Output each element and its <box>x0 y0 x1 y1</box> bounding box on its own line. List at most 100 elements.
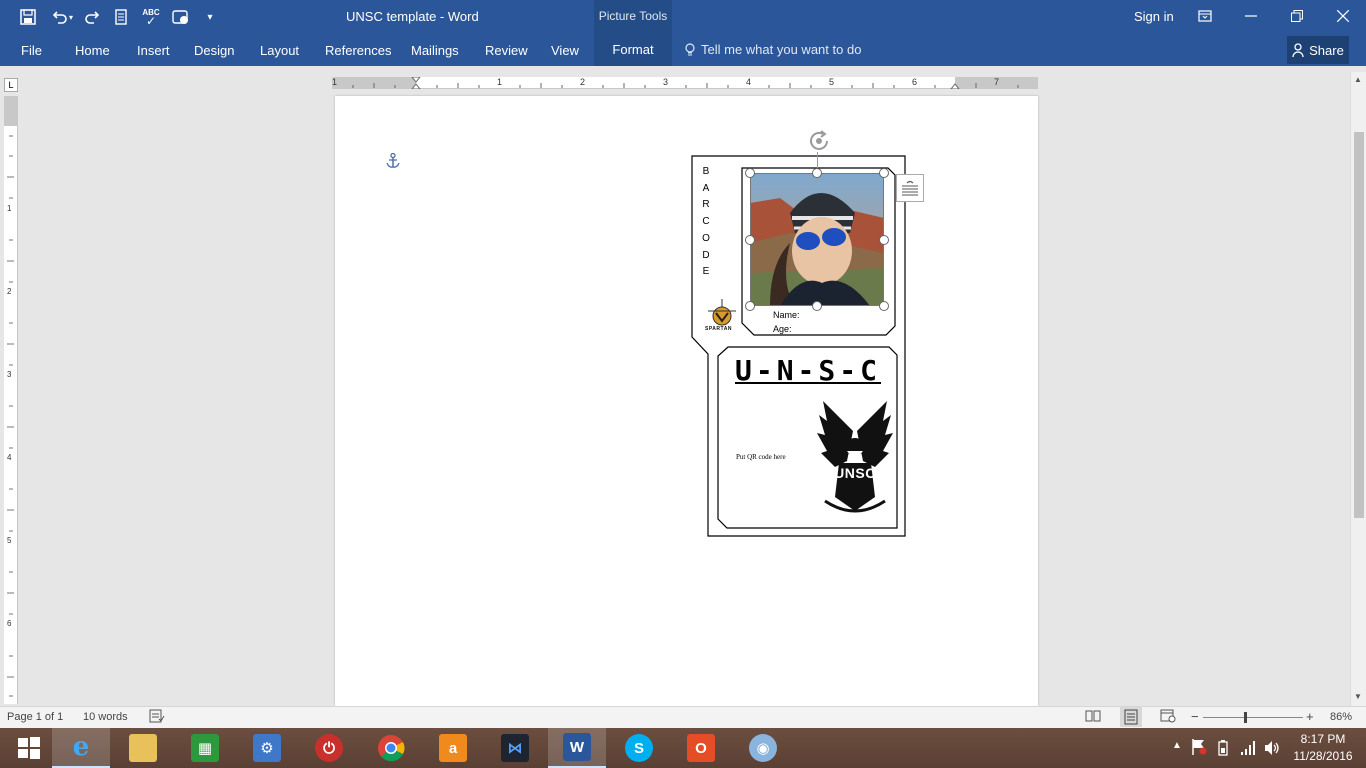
skype-button[interactable]: S <box>610 728 668 768</box>
zoom-out-icon[interactable]: − <box>1191 709 1199 724</box>
file-explorer-button[interactable] <box>114 728 172 768</box>
chrome-button[interactable] <box>362 728 420 768</box>
scroll-thumb[interactable] <box>1354 132 1364 518</box>
amazon-music-button[interactable]: a <box>424 728 482 768</box>
share-label: Share <box>1309 42 1344 58</box>
rotate-handle-icon[interactable] <box>807 129 831 153</box>
office-lens-button[interactable]: O <box>672 728 730 768</box>
volume-icon[interactable] <box>1264 740 1280 756</box>
system-clock[interactable]: 8:17 PM 11/28/2016 <box>1292 732 1354 763</box>
anchor-icon[interactable] <box>386 152 400 169</box>
resize-handle[interactable] <box>745 235 755 245</box>
resize-handle[interactable] <box>812 168 822 178</box>
ruler-number: 1 <box>332 77 338 87</box>
read-mode-icon[interactable] <box>1085 709 1101 726</box>
ruler-number: 2 <box>580 77 586 87</box>
power-app-button[interactable]: ⏻ <box>300 728 358 768</box>
resize-handle[interactable] <box>879 235 889 245</box>
tab-insert[interactable]: Insert <box>137 43 170 58</box>
zoom-in-icon[interactable]: + <box>1306 709 1314 724</box>
layout-options-button[interactable] <box>896 174 924 202</box>
selection-frame <box>750 173 884 306</box>
ruler-number: 3 <box>7 370 12 379</box>
resize-handle[interactable] <box>879 168 889 178</box>
zoom-slider-thumb[interactable] <box>1244 712 1247 723</box>
clock-time: 8:17 PM <box>1300 732 1346 746</box>
battery-icon[interactable] <box>1216 739 1232 757</box>
proofing-icon[interactable] <box>149 709 165 726</box>
tab-layout[interactable]: Layout <box>260 43 299 58</box>
web-layout-icon[interactable] <box>1160 709 1176 726</box>
spartan-text: SPARTAN <box>705 326 732 332</box>
barcode-letter: D <box>702 249 710 261</box>
barcode-text: B A R C O D E <box>700 164 712 281</box>
ruler-number: 4 <box>746 77 752 87</box>
spelling-check-icon[interactable]: ABC ✓ <box>139 5 163 29</box>
visual-studio-button[interactable]: ⋈ <box>486 728 544 768</box>
person-icon <box>1292 43 1304 57</box>
share-button[interactable]: Share <box>1287 36 1349 64</box>
horizontal-ruler[interactable]: 1 1 2 3 4 5 6 7 <box>332 77 1038 89</box>
save-icon[interactable] <box>16 5 40 29</box>
word-count[interactable]: 10 words <box>83 711 128 723</box>
show-hidden-icons[interactable]: ▲ <box>1172 740 1182 751</box>
minimize-icon[interactable] <box>1228 0 1274 32</box>
control-panel-button[interactable]: ⚙ <box>238 728 296 768</box>
tab-view[interactable]: View <box>551 43 579 58</box>
internet-explorer-icon: e <box>72 732 90 762</box>
control-panel-icon: ⚙ <box>253 734 281 762</box>
barcode-letter: C <box>702 216 710 228</box>
title-bar: ▾ ABC ✓ ▾ UNSC template - Word Picture To… <box>0 0 1366 34</box>
touch-mode-icon[interactable] <box>169 5 193 29</box>
resize-handle[interactable] <box>812 301 822 311</box>
tab-home[interactable]: Home <box>75 43 110 58</box>
resize-handle[interactable] <box>745 168 755 178</box>
zoom-level[interactable]: 86% <box>1330 711 1352 723</box>
close-icon[interactable] <box>1320 0 1366 32</box>
resize-handle[interactable] <box>879 301 889 311</box>
tab-format[interactable]: Format <box>594 34 672 66</box>
window-title: UNSC template - Word <box>346 9 479 24</box>
tab-file[interactable]: File <box>21 43 42 58</box>
customize-qat-icon[interactable]: ▾ <box>198 5 222 29</box>
ruler-number: 3 <box>663 77 669 87</box>
scroll-up-icon[interactable]: ▲ <box>1354 75 1362 84</box>
ruler-number: 6 <box>7 619 12 628</box>
undo-dropdown-icon[interactable]: ▾ <box>64 5 78 29</box>
resize-handle[interactable] <box>745 301 755 311</box>
barcode-letter: B <box>702 166 710 177</box>
barcode-letter: R <box>702 199 710 211</box>
ruler-number: 6 <box>912 77 918 87</box>
zoom-slider[interactable] <box>1203 712 1303 723</box>
restore-icon[interactable] <box>1274 0 1320 32</box>
vertical-scrollbar[interactable]: ▲ ▼ <box>1350 72 1366 706</box>
redo-icon[interactable] <box>80 5 104 29</box>
tab-mailings[interactable]: Mailings <box>411 43 459 58</box>
wifi-signal-icon[interactable] <box>1240 740 1256 756</box>
amazon-icon: a <box>439 734 467 762</box>
word-button[interactable]: W <box>548 728 606 768</box>
ribbon-display-options-icon[interactable] <box>1182 0 1228 32</box>
qr-placeholder-text: Put QR code here <box>736 453 786 461</box>
action-flag-icon[interactable] <box>1191 738 1207 756</box>
tell-me-text: Tell me what you want to do <box>701 42 862 57</box>
tab-design[interactable]: Design <box>194 43 234 58</box>
tab-review[interactable]: Review <box>485 43 528 58</box>
tell-me-box[interactable]: Tell me what you want to do <box>685 42 861 57</box>
scroll-down-icon[interactable]: ▼ <box>1354 692 1362 701</box>
page-count[interactable]: Page 1 of 1 <box>7 711 63 723</box>
ruler-number: 1 <box>7 204 12 213</box>
print-layout-icon[interactable] <box>109 5 133 29</box>
tab-references[interactable]: References <box>325 43 391 58</box>
internet-explorer-button[interactable]: e <box>52 728 110 768</box>
print-layout-view-icon[interactable] <box>1120 707 1142 727</box>
sign-in-link[interactable]: Sign in <box>1134 9 1174 24</box>
ruler-number: 5 <box>7 536 12 545</box>
document-page[interactable]: B A R C O D E SPARTAN Name: Age: U-N-S-C… <box>335 96 1038 706</box>
vertical-ruler[interactable]: 1 2 3 4 5 6 <box>4 96 18 704</box>
start-button[interactable] <box>0 728 58 768</box>
store-button[interactable]: ▦ <box>176 728 234 768</box>
folder-icon <box>129 734 157 762</box>
paint-button[interactable]: ◉ <box>734 728 792 768</box>
tab-selector-button[interactable]: L <box>4 78 18 92</box>
